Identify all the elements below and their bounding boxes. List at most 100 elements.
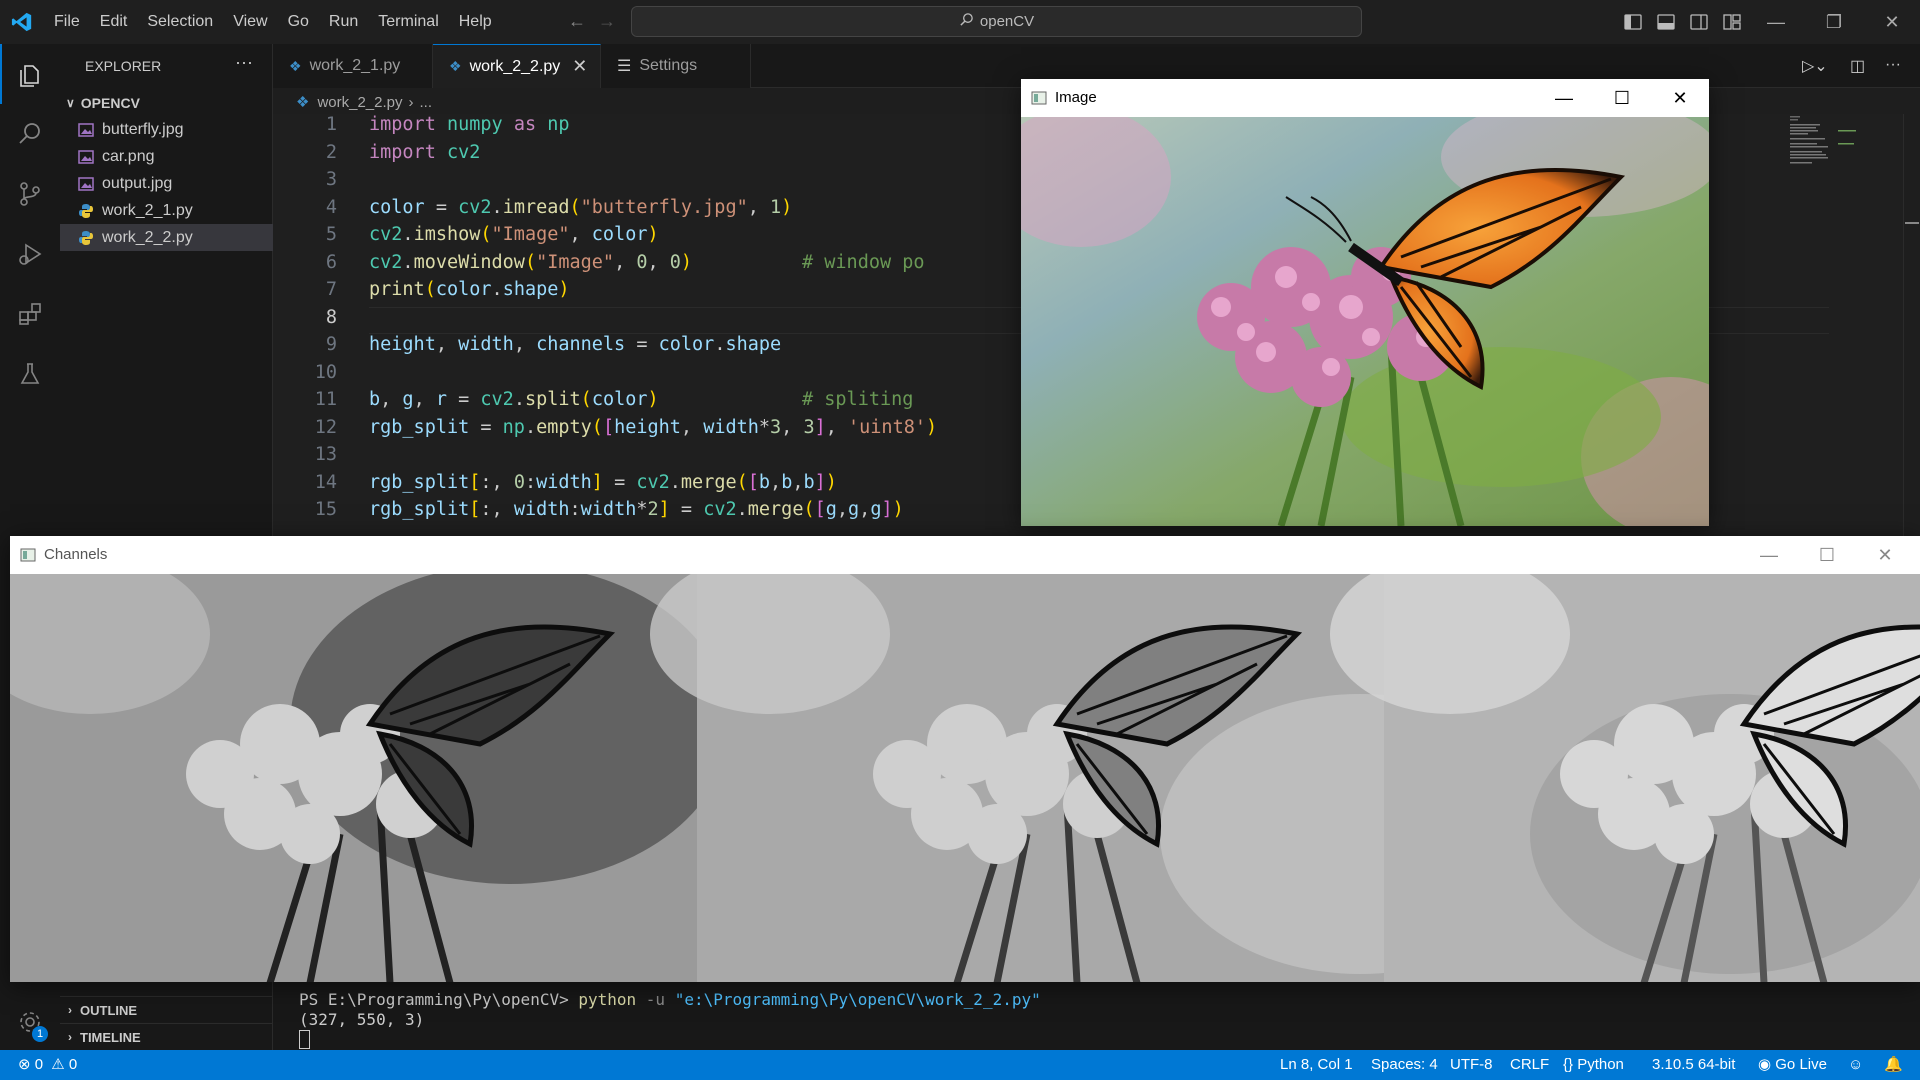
line-number: 13 <box>314 444 337 465</box>
extensions-icon[interactable] <box>0 284 60 344</box>
folder-header[interactable]: ∨ OPENCV <box>60 91 273 115</box>
close-icon[interactable]: ✕ <box>1864 0 1920 44</box>
command-center-label: openCV <box>979 13 1035 30</box>
file-item-selected[interactable]: work_2_2.py <box>60 224 273 251</box>
close-icon[interactable]: ✕ <box>1856 536 1914 574</box>
timeline-label: TIMELINE <box>80 1029 141 1045</box>
line-number: 8 <box>325 306 337 328</box>
minimap[interactable] <box>1788 114 1888 174</box>
testing-icon[interactable] <box>0 344 60 404</box>
timeline-section[interactable]: › TIMELINE <box>60 1023 273 1050</box>
source-control-icon[interactable] <box>0 164 60 224</box>
menu-view[interactable]: View <box>223 0 277 44</box>
toggle-primary-sidebar-icon[interactable] <box>1623 12 1643 32</box>
channels-window-titlebar[interactable]: Channels — ☐ ✕ <box>10 536 1920 574</box>
opencv-window-icon <box>1031 90 1047 106</box>
image-window-title: Image <box>1055 89 1097 106</box>
breadcrumb-rest[interactable]: ... <box>420 94 433 111</box>
terminal-panel[interactable]: PS E:\Programming\Py\openCV> python -u "… <box>273 972 1920 1050</box>
tab-settings[interactable]: ☰ Settings <box>601 44 751 88</box>
minimize-icon[interactable]: — <box>1535 79 1593 117</box>
file-item[interactable]: work_2_1.py <box>60 197 273 224</box>
cursor-position[interactable]: Ln 8, Col 1 <box>1280 1050 1353 1080</box>
terminal-path: "e:\Programming\Py\openCV\work_2_2.py" <box>674 990 1041 1009</box>
close-tab-icon[interactable]: ✕ <box>572 56 587 77</box>
encoding[interactable]: UTF-8 <box>1450 1050 1493 1080</box>
menu-go[interactable]: Go <box>278 0 319 44</box>
minimize-icon[interactable]: — <box>1748 0 1804 44</box>
menu-file[interactable]: File <box>44 0 90 44</box>
tab-work-2-2[interactable]: ❖ work_2_2.py ✕ <box>433 44 601 88</box>
file-item[interactable]: butterfly.jpg <box>60 116 273 143</box>
code-text: height, width, channels = color.shape <box>369 334 782 355</box>
split-editor-icon[interactable]: ◫ <box>1850 56 1865 76</box>
command-center-search[interactable]: openCV <box>631 6 1362 37</box>
line-number: 7 <box>325 279 337 300</box>
menu-run[interactable]: Run <box>319 0 368 44</box>
maximize-icon[interactable]: ☐ <box>1798 536 1856 574</box>
tab-work-2-1[interactable]: ❖ work_2_1.py <box>273 44 433 88</box>
explorer-icon[interactable] <box>0 44 60 104</box>
line-number: 14 <box>314 471 337 493</box>
opencv-channels-window: Channels — ☐ ✕ <box>10 536 1920 982</box>
terminal-cursor <box>299 1030 310 1049</box>
maximize-icon[interactable]: ☐ <box>1593 79 1651 117</box>
file-name: work_2_1.py <box>102 201 193 219</box>
outline-label: OUTLINE <box>80 1002 138 1018</box>
image-file-icon <box>78 122 94 138</box>
search-icon[interactable] <box>0 104 60 164</box>
more-actions-icon[interactable]: ··· <box>1885 56 1901 74</box>
feedback-icon[interactable]: ☺ <box>1848 1050 1863 1080</box>
close-icon[interactable]: ✕ <box>1651 79 1709 117</box>
terminal-command-line: PS E:\Programming\Py\openCV> python -u "… <box>299 990 1041 1009</box>
run-python-file-icon[interactable]: ▷⌄ <box>1802 56 1828 76</box>
go-live-button[interactable]: ◉ Go Live <box>1758 1050 1827 1080</box>
customize-layout-icon[interactable] <box>1722 12 1742 32</box>
breadcrumb-file[interactable]: work_2_2.py <box>317 94 402 111</box>
python-interpreter[interactable]: 3.10.5 64-bit <box>1652 1050 1735 1080</box>
tab-label: work_2_1.py <box>309 57 401 74</box>
opencv-window-icon <box>20 547 36 563</box>
python-file-icon: ❖ <box>289 57 302 74</box>
code-text: rgb_split[:, width:width*2] = cv2.merge(… <box>369 499 904 520</box>
file-item[interactable]: output.jpg <box>60 170 273 197</box>
outline-section[interactable]: › OUTLINE <box>60 996 273 1023</box>
tab-label: Settings <box>639 57 698 74</box>
code-text: import cv2 <box>369 141 481 163</box>
status-bar: ⊗ 0 ⚠ 0 Ln 8, Col 1 Spaces: 4 UTF-8 CRLF… <box>0 1050 1920 1080</box>
manage-gear-icon[interactable]: 1 <box>0 992 60 1052</box>
run-debug-icon[interactable] <box>0 224 60 284</box>
menu-selection[interactable]: Selection <box>137 0 223 44</box>
menu-help[interactable]: Help <box>449 0 502 44</box>
minimize-icon[interactable]: — <box>1740 536 1798 574</box>
line-number: 6 <box>325 251 337 273</box>
explorer-more-button[interactable]: ··· <box>235 52 253 73</box>
scrollbar-cursor-marker <box>1905 222 1919 224</box>
toggle-secondary-sidebar-icon[interactable] <box>1689 12 1709 32</box>
problems-status[interactable]: ⊗ 0 ⚠ 0 <box>18 1050 77 1080</box>
toggle-panel-icon[interactable] <box>1656 12 1676 32</box>
language-mode[interactable]: {} Python <box>1563 1050 1624 1080</box>
file-name: car.png <box>102 147 155 165</box>
code-text: import numpy as np <box>369 114 570 135</box>
menu-terminal[interactable]: Terminal <box>368 0 448 44</box>
code-text: print(color.shape) <box>369 279 570 300</box>
indentation[interactable]: Spaces: 4 <box>1371 1050 1438 1080</box>
menu-edit[interactable]: Edit <box>90 0 138 44</box>
braces-icon: {} <box>1563 1056 1574 1073</box>
forward-arrow-icon[interactable]: → <box>590 11 624 32</box>
settings-badge: 1 <box>32 1026 48 1042</box>
python-file-icon <box>78 203 94 219</box>
end-of-line[interactable]: CRLF <box>1510 1050 1549 1080</box>
line-number: 5 <box>325 224 337 245</box>
opencv-image-window: Image — ☐ ✕ <box>1021 79 1709 526</box>
file-item[interactable]: car.png <box>60 143 273 170</box>
notifications-bell-icon[interactable]: 🔔 <box>1884 1050 1903 1080</box>
back-arrow-icon[interactable]: ← <box>560 11 594 32</box>
code-comment: # spliting <box>802 389 914 410</box>
terminal-output: (327, 550, 3) <box>299 1010 425 1029</box>
image-window-titlebar[interactable]: Image — ☐ ✕ <box>1021 79 1709 117</box>
folder-name: OPENCV <box>80 95 140 111</box>
restore-icon[interactable]: ❐ <box>1806 0 1862 44</box>
code-text: b, g, r = cv2.split(color) <box>369 389 659 410</box>
